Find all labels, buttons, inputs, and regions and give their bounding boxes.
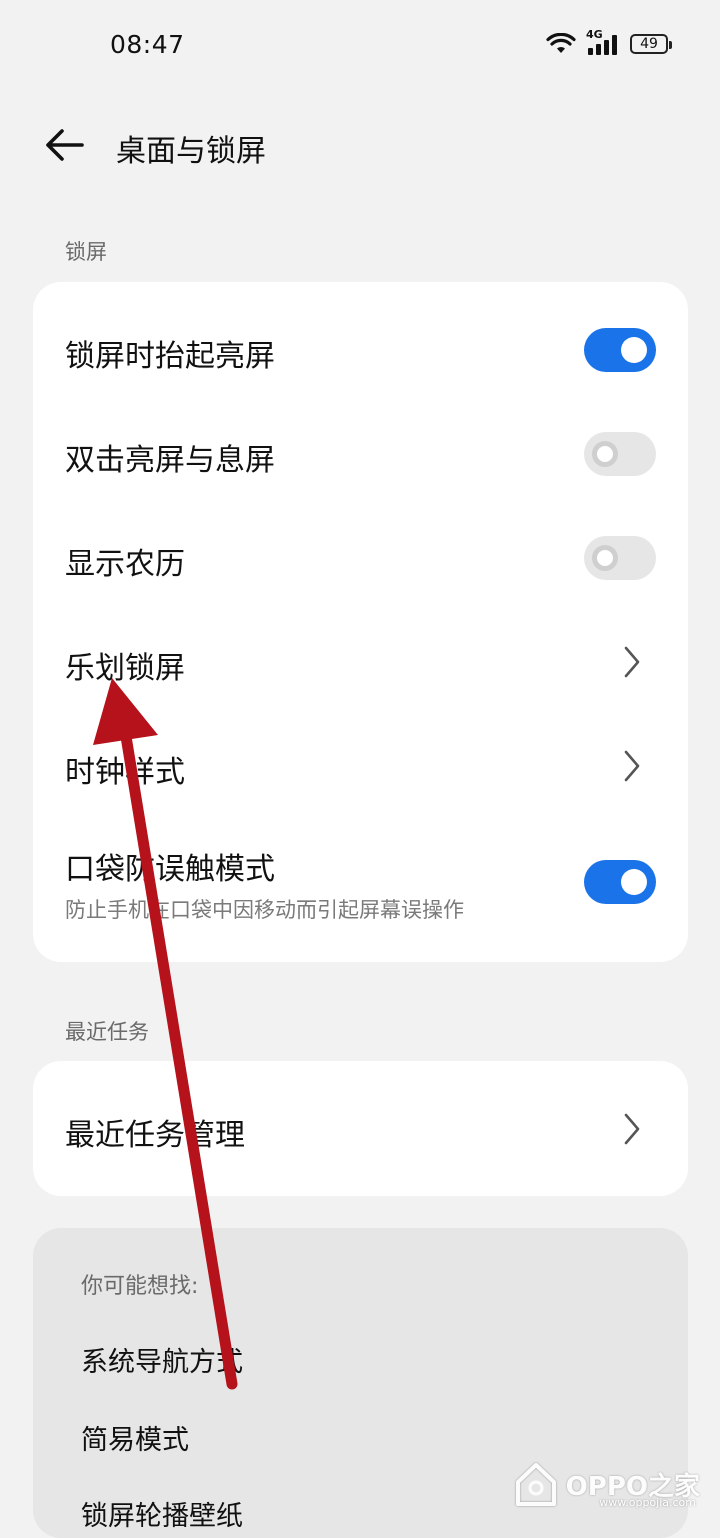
setting-clock-style[interactable]: 时钟样式 [33, 730, 688, 834]
double-tap-wake-toggle[interactable] [584, 432, 656, 476]
setting-pocket-mode[interactable]: 口袋防误触模式 防止手机在口袋中因移动而引起屏幕误操作 [33, 834, 688, 962]
setting-label: 锁屏时抬起亮屏 [65, 339, 275, 374]
setting-label: 口袋防误触模式 [65, 852, 275, 887]
chevron-right-icon [624, 646, 640, 678]
suggestions-title: 你可能想找: [81, 1274, 199, 1299]
chevron-right-icon [624, 750, 640, 782]
setting-label: 乐划锁屏 [65, 651, 185, 686]
status-bar: 08:47 4G 49 [0, 0, 720, 92]
setting-label: 显示农历 [65, 547, 185, 582]
suggestion-item[interactable]: 锁屏轮播壁纸 [81, 1494, 243, 1533]
pocket-mode-toggle[interactable] [584, 860, 656, 904]
lunar-calendar-toggle[interactable] [584, 536, 656, 580]
setting-lehua-lockscreen[interactable]: 乐划锁屏 [33, 626, 688, 730]
setting-label: 时钟样式 [65, 755, 185, 790]
suggestion-item[interactable]: 系统导航方式 [81, 1340, 243, 1379]
status-time: 08:47 [110, 30, 185, 59]
back-arrow-icon[interactable] [42, 126, 86, 164]
signal-4g-icon: 4G [586, 28, 620, 56]
chevron-right-icon [624, 1113, 640, 1145]
page-header: 桌面与锁屏 [0, 100, 720, 190]
house-logo-icon [515, 1463, 556, 1506]
battery-icon: 49 [630, 34, 672, 54]
wifi-icon [546, 33, 576, 53]
section-label-lockscreen: 锁屏 [65, 240, 107, 264]
page-title: 桌面与锁屏 [116, 134, 266, 169]
setting-recent-tasks-management[interactable]: 最近任务管理 [33, 1061, 688, 1196]
lockscreen-settings-card: 锁屏时抬起亮屏 双击亮屏与息屏 显示农历 乐划锁屏 时钟样式 口袋防误触模式 防… [33, 282, 688, 962]
status-icons: 4G 49 [546, 28, 672, 56]
setting-double-tap-wake[interactable]: 双击亮屏与息屏 [33, 418, 688, 522]
setting-raise-to-wake[interactable]: 锁屏时抬起亮屏 [33, 282, 688, 418]
watermark-url: www.oppojia.com [599, 1496, 696, 1509]
section-label-recent-tasks: 最近任务 [65, 1020, 149, 1044]
setting-show-lunar-calendar[interactable]: 显示农历 [33, 522, 688, 626]
setting-label: 最近任务管理 [65, 1118, 245, 1153]
setting-label: 双击亮屏与息屏 [65, 443, 275, 478]
raise-to-wake-toggle[interactable] [584, 328, 656, 372]
battery-level: 49 [640, 36, 658, 52]
recent-tasks-card: 最近任务管理 [33, 1061, 688, 1196]
setting-description: 防止手机在口袋中因移动而引起屏幕误操作 [65, 898, 464, 922]
suggestion-item[interactable]: 简易模式 [81, 1418, 189, 1457]
